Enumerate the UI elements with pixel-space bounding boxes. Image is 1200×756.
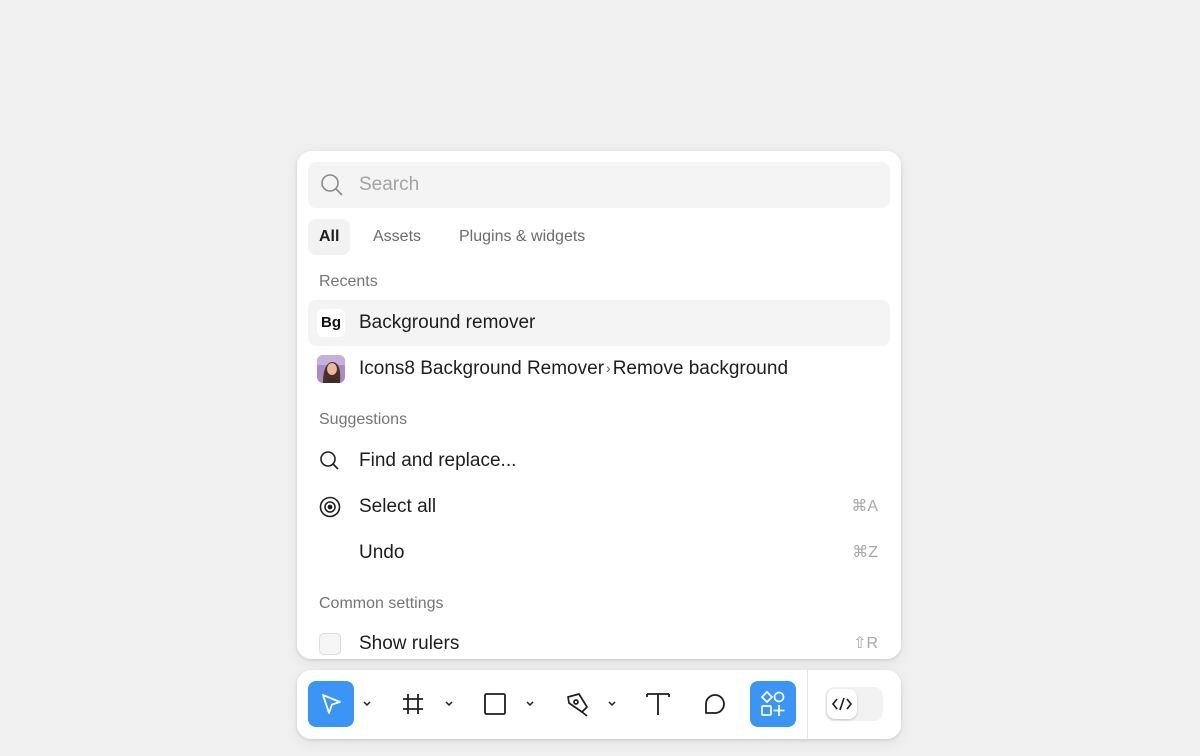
- setting-show-rulers[interactable]: Show rulers ⇧R: [308, 621, 890, 659]
- suggestion-select-all[interactable]: Select all ⌘A: [308, 484, 890, 530]
- toolbar-divider: [807, 670, 808, 739]
- suggestion-label: Select all: [359, 496, 437, 517]
- plugin-command: Remove background: [612, 358, 789, 379]
- chevron-down-icon[interactable]: [443, 699, 455, 709]
- bottom-toolbar: [297, 670, 901, 739]
- actions-icon: [760, 690, 785, 716]
- text-tool-button[interactable]: [635, 681, 681, 727]
- recent-item-label: Background remover: [359, 312, 536, 333]
- pen-tool-button[interactable]: [554, 681, 600, 727]
- comment-tool-button[interactable]: [692, 681, 738, 727]
- shortcut-hint: ⇧R: [853, 635, 878, 652]
- text-tool-icon: [646, 693, 670, 715]
- tab-all[interactable]: All: [308, 219, 351, 255]
- rectangle-tool-icon: [484, 693, 506, 715]
- search-icon: [321, 174, 343, 196]
- setting-label: Show rulers: [359, 633, 460, 654]
- show-rulers-checkbox[interactable]: [319, 633, 341, 655]
- chevron-down-icon[interactable]: [361, 699, 373, 709]
- actions-panel: All Assets Plugins & widgets Recents Bg …: [297, 151, 901, 659]
- bg-plugin-logo: Bg: [317, 309, 345, 337]
- shortcut-hint: ⌘A: [851, 498, 878, 515]
- recents-heading: Recents: [319, 273, 378, 290]
- frame-tool-button[interactable]: [390, 681, 436, 727]
- actions-button[interactable]: [750, 681, 796, 727]
- chevron-down-icon[interactable]: [606, 699, 618, 709]
- search-icon: [320, 451, 339, 470]
- target-icon: [319, 496, 341, 518]
- move-tool-button[interactable]: [308, 681, 354, 727]
- frame-tool-icon: [403, 694, 423, 714]
- chevron-right-icon: ›: [606, 360, 611, 376]
- comment-tool-icon: [705, 694, 725, 714]
- suggestion-undo[interactable]: Undo ⌘Z: [308, 530, 890, 576]
- suggestions-heading: Suggestions: [319, 411, 408, 428]
- search-input[interactable]: [359, 170, 879, 200]
- recent-item-background-remover[interactable]: Bg Background remover: [308, 300, 890, 346]
- pen-tool-icon: [567, 693, 588, 717]
- suggestion-find-replace[interactable]: Find and replace...: [308, 438, 890, 484]
- tab-assets[interactable]: Assets: [362, 219, 432, 255]
- suggestion-label: Find and replace...: [359, 450, 517, 471]
- dev-mode-knob: [827, 689, 857, 719]
- chevron-down-icon[interactable]: [524, 699, 536, 709]
- tab-plugins-widgets[interactable]: Plugins & widgets: [448, 219, 596, 255]
- recent-item-icons8[interactable]: Icons8 Background Remover › Remove backgro…: [308, 346, 890, 392]
- icons8-avatar: [317, 355, 345, 383]
- search-bar[interactable]: [308, 162, 890, 208]
- suggestion-label: Undo: [359, 542, 405, 563]
- shortcut-hint: ⌘Z: [852, 544, 878, 561]
- recent-item-label: Icons8 Background Remover › Remove backgro…: [359, 346, 788, 392]
- common-settings-heading: Common settings: [319, 595, 444, 612]
- rectangle-tool-button[interactable]: [472, 681, 518, 727]
- plugin-name: Icons8 Background Remover: [359, 358, 605, 379]
- dev-mode-toggle[interactable]: [825, 687, 883, 721]
- code-icon: [831, 697, 853, 711]
- move-tool-icon: [322, 694, 341, 714]
